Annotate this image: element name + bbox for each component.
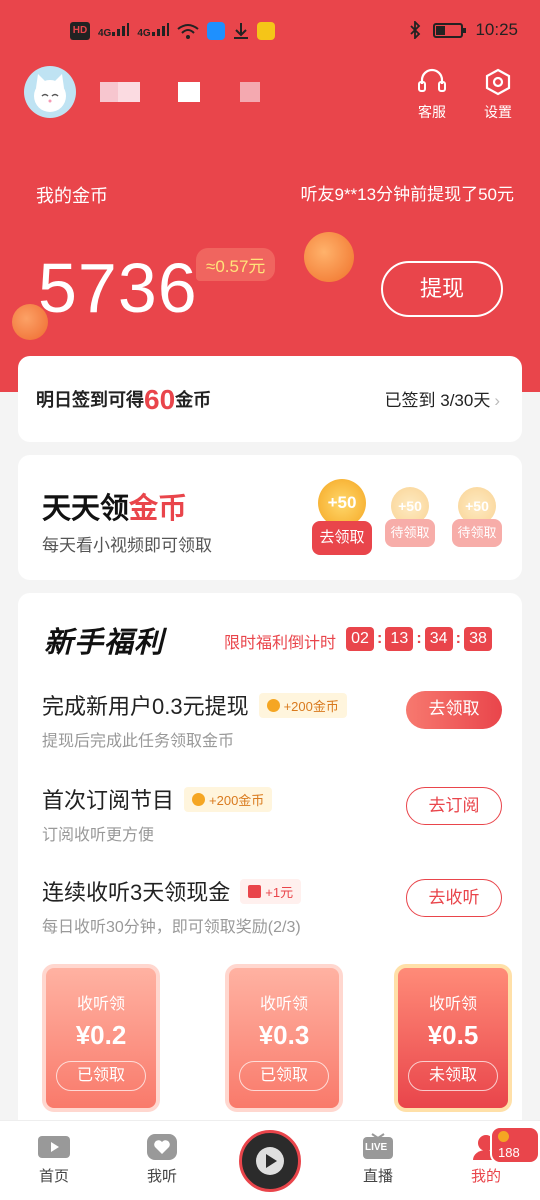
settings-button[interactable]: 设置: [468, 68, 528, 122]
heart-icon: [147, 1134, 177, 1160]
task-reward-badge: +200金币: [184, 786, 273, 812]
gift-state: 去领取: [312, 521, 372, 555]
countdown-minutes: 34: [424, 627, 453, 651]
nav-live[interactable]: 直播: [338, 1133, 418, 1186]
reward-state: 已领取: [239, 1061, 329, 1091]
signin-reward-amount: 60: [144, 384, 176, 415]
customer-service-button[interactable]: 客服: [402, 68, 462, 122]
countdown-days: 02: [346, 627, 374, 651]
bluetooth-icon: [410, 21, 421, 39]
wifi-icon: [177, 24, 199, 39]
countdown-timer: 02: 13: 34: 38: [346, 627, 492, 651]
daily-gift-1[interactable]: +50 去领取: [312, 479, 372, 555]
headset-icon: [418, 68, 446, 92]
coin-icon: [498, 1131, 509, 1142]
now-playing-button[interactable]: [239, 1130, 301, 1192]
reward-state: 已领取: [56, 1061, 146, 1091]
countdown-hours: 13: [385, 627, 414, 651]
daily-gift-2[interactable]: +50 待领取: [385, 487, 435, 547]
gift-state: 待领取: [385, 519, 435, 547]
app-notification-icon-2: [256, 22, 275, 40]
chevron-right-icon: ›: [494, 391, 500, 410]
signal-4g-2: 4G: [137, 22, 169, 40]
daily-title: 天天领金币: [42, 493, 188, 525]
gift-coin-icon: +50: [318, 479, 366, 527]
coin-money-equivalent: ≈0.57元: [196, 248, 276, 281]
floating-coin-icon[interactable]: [12, 304, 48, 340]
reward-amount: ¥0.3: [258, 1020, 310, 1050]
withdraw-news-ticker: 听友9**13分钟前提现了50元: [300, 185, 514, 204]
battery-icon: [433, 22, 467, 38]
gear-icon: [485, 68, 511, 96]
signin-card[interactable]: 明日签到可得60金币 已签到 3/30天 ›: [18, 356, 522, 442]
signal-4g-1: 4G: [98, 22, 130, 40]
reward-label: 收听领: [259, 996, 308, 1013]
newbie-title: 新手福利: [44, 627, 165, 659]
gift-state: 待领取: [452, 519, 502, 547]
reward-card-day1[interactable]: 收听领 ¥0.2 已领取: [42, 964, 160, 1112]
countdown-seconds: 38: [463, 627, 492, 651]
nav-listen[interactable]: 我听: [122, 1133, 202, 1186]
play-icon: [256, 1147, 284, 1175]
signin-status[interactable]: 已签到 3/30天 ›: [385, 386, 500, 411]
task-title: 连续收听3天领现金: [42, 880, 231, 905]
signal-icon: [151, 23, 169, 36]
customer-service-label: 客服: [418, 104, 446, 120]
my-coins-label: 我的金币: [36, 186, 108, 206]
home-play-icon: [38, 1136, 70, 1158]
floating-coin-icon[interactable]: [304, 232, 354, 282]
withdraw-button[interactable]: 提现: [381, 261, 503, 317]
task-row: 完成新用户0.3元提现 +200金币 提现后完成此任务领取金币 去领取: [42, 689, 502, 751]
task-row: 连续收听3天领现金 +1元 每日收听30分钟，即可领取奖励(2/3) 去收听: [42, 875, 502, 937]
task-subtitle: 提现后完成此任务领取金币: [42, 733, 235, 750]
task-reward-badge: +200金币: [258, 692, 347, 718]
download-icon: [233, 23, 248, 39]
listen-task-button[interactable]: 去收听: [406, 879, 502, 917]
avatar[interactable]: [24, 66, 76, 118]
coin-icon: [192, 792, 206, 806]
signin-reward-text: 明日签到可得60金币: [36, 384, 212, 415]
daily-subtitle: 每天看小视频即可领取: [42, 536, 212, 555]
reward-card-day3[interactable]: 收听领 ¥0.5 未领取: [394, 964, 512, 1112]
newbie-benefits-card: 新手福利 限时福利倒计时 02: 13: 34: 38 完成新用户0.3元提现 …: [18, 593, 522, 1153]
daily-gift-3[interactable]: +50 待领取: [452, 487, 502, 547]
reward-label: 收听领: [428, 996, 477, 1013]
settings-label: 设置: [484, 104, 512, 120]
reward-card-day2[interactable]: 收听领 ¥0.3 已领取: [225, 964, 343, 1112]
claim-task-button[interactable]: 去领取: [406, 691, 502, 729]
hd-indicator: HD: [70, 22, 90, 40]
status-bar: HD 4G 4G 10:25: [0, 0, 540, 64]
mine-coin-badge: 188: [490, 1126, 540, 1164]
nav-home[interactable]: 首页: [14, 1133, 94, 1186]
reward-state: 未领取: [408, 1061, 498, 1091]
countdown-label: 限时福利倒计时: [224, 635, 337, 652]
task-row: 首次订阅节目 +200金币 订阅收听更方便 去订阅: [42, 783, 502, 845]
task-title: 首次订阅节目: [42, 788, 175, 813]
reward-amount: ¥0.5: [427, 1020, 479, 1050]
reward-label: 收听领: [76, 996, 125, 1013]
subscribe-task-button[interactable]: 去订阅: [406, 787, 502, 825]
task-title: 完成新用户0.3元提现: [42, 694, 249, 719]
daily-coins-card: 天天领金币 每天看小视频即可领取 +50 去领取 +50 待领取 +50 待领取: [18, 455, 522, 580]
status-right: 10:25: [409, 20, 518, 40]
coin-balance: 5736: [38, 249, 198, 327]
signal-icon: [112, 23, 130, 36]
status-left: HD 4G 4G: [70, 22, 275, 40]
reward-amount: ¥0.2: [75, 1020, 127, 1050]
coin-icon: [266, 698, 280, 712]
clock: 10:25: [475, 20, 518, 39]
task-reward-badge: +1元: [240, 878, 302, 904]
app-notification-icon: [206, 22, 225, 40]
live-badge-text: LIVE: [365, 1142, 388, 1153]
cat-avatar-icon: [34, 74, 66, 112]
red-envelope-icon: [248, 884, 262, 898]
